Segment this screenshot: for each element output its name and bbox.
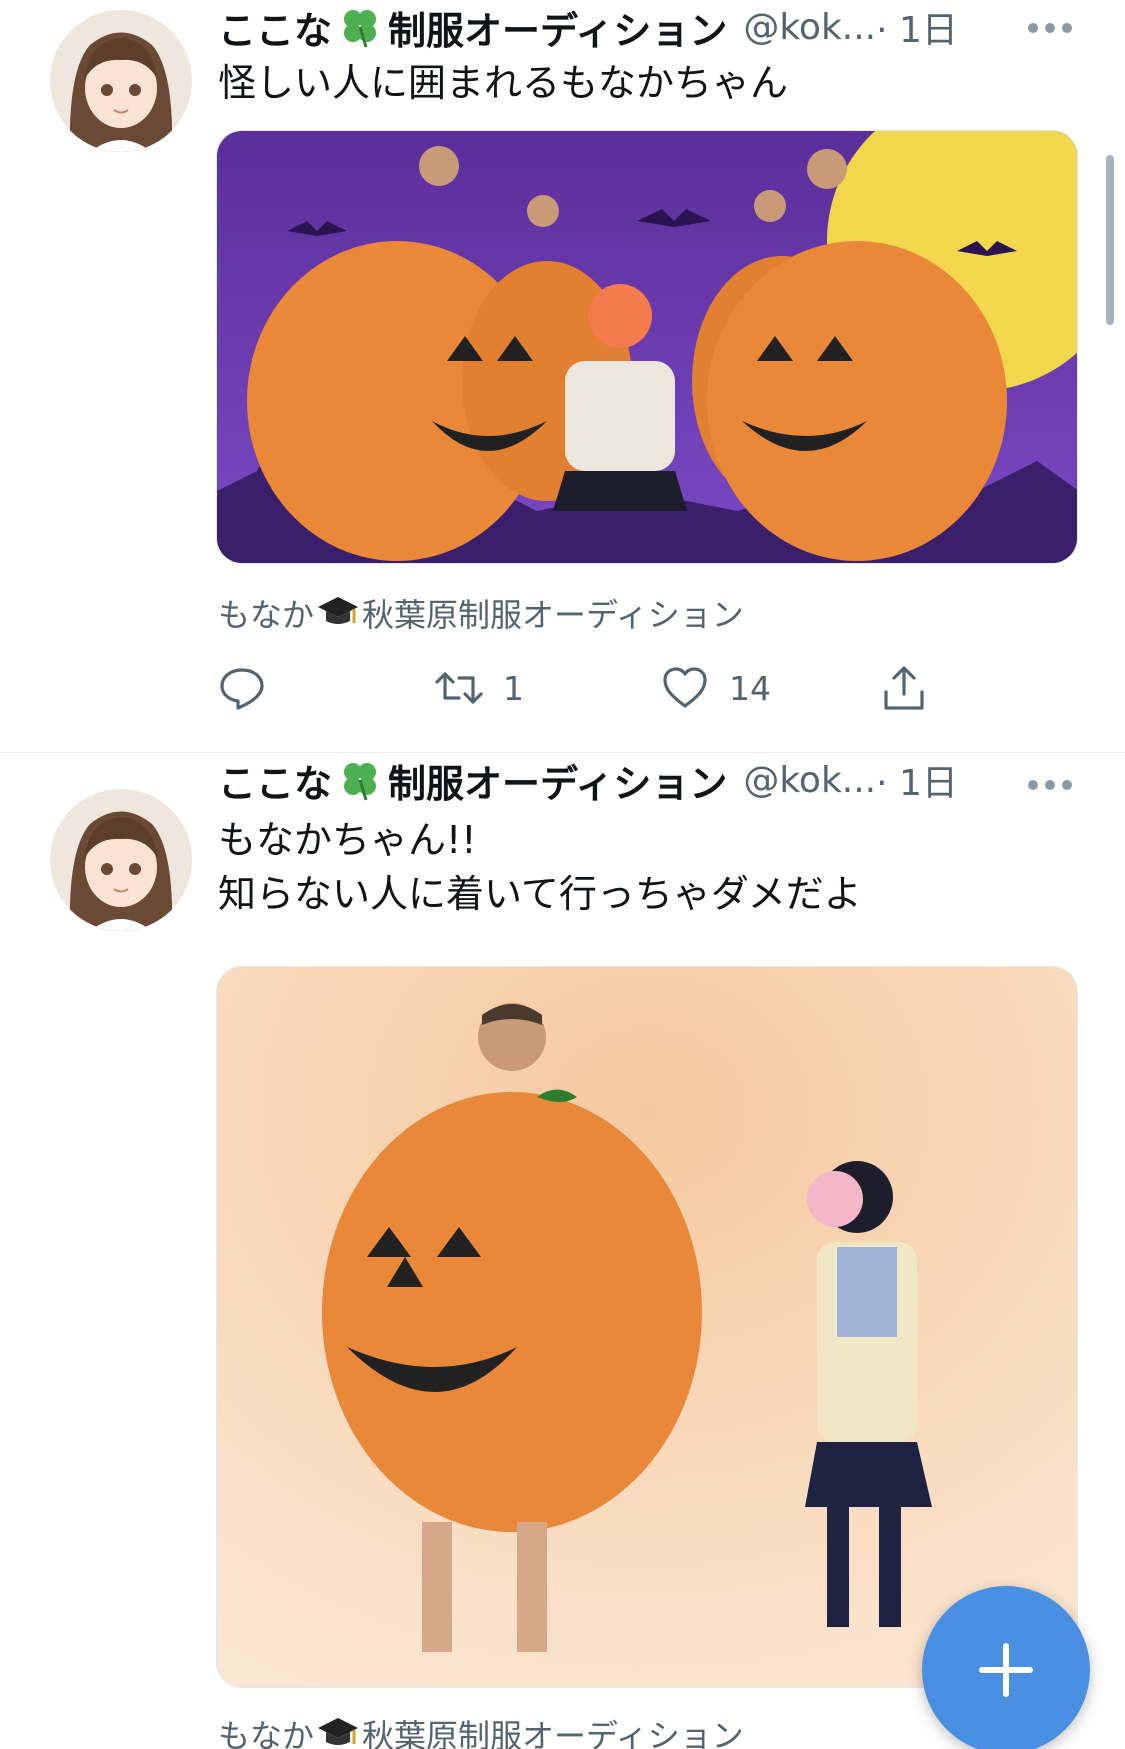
tweet-header: ここな 制服オーディション @kok... · 1日 <box>218 753 958 807</box>
tagged-users[interactable]: もなか 秋葉原制服オーディション <box>218 1711 744 1749</box>
display-name[interactable]: ここな <box>218 753 332 808</box>
more-icon[interactable] <box>1028 779 1072 791</box>
tweet-image[interactable] <box>216 130 1078 564</box>
tweet-text-line: もなかちゃん!! <box>218 818 477 862</box>
tweet[interactable]: ここな 制服オーディション @kok... · 1日 怪しい人に囲まれるもなかち… <box>0 0 1125 752</box>
tagged-user-name[interactable]: もなか <box>218 1711 314 1749</box>
tagged-user-name[interactable]: もなか <box>218 590 314 636</box>
avatar[interactable] <box>50 10 192 152</box>
tweet-text: 怪しい人に囲まれるもなかちゃん <box>218 56 788 110</box>
reply-button[interactable] <box>218 660 286 716</box>
retweet-icon <box>435 672 483 704</box>
retweet-count: 1 <box>503 668 524 708</box>
retweet-button[interactable]: 1 <box>435 660 524 716</box>
tagged-user-name[interactable]: 秋葉原制服オーディション <box>362 590 744 636</box>
user-handle[interactable]: @kok... <box>743 760 876 801</box>
tagged-user-name[interactable]: 秋葉原制服オーディション <box>362 1711 744 1749</box>
tweet-header: ここな 制服オーディション @kok... · 1日 <box>218 0 958 54</box>
timestamp[interactable]: · 1日 <box>876 1 958 53</box>
tweet-image[interactable] <box>216 966 1078 1688</box>
reply-icon <box>220 668 264 710</box>
compose-tweet-button[interactable] <box>922 1586 1090 1749</box>
more-icon[interactable] <box>1028 22 1072 34</box>
scrollbar[interactable] <box>1106 155 1114 325</box>
four-leaf-clover-icon <box>336 5 384 49</box>
display-name-suffix[interactable]: 制服オーディション <box>388 753 727 808</box>
tweet-text-line: 知らない人に着いて行っちゃダメだよ <box>218 872 862 916</box>
display-name[interactable]: ここな <box>218 0 332 55</box>
share-button[interactable] <box>880 660 928 716</box>
plus-icon <box>979 1643 1033 1697</box>
tweet-text-line: 怪しい人に囲まれるもなかちゃん <box>218 61 789 105</box>
user-handle[interactable]: @kok... <box>743 7 876 48</box>
tweet[interactable]: ここな 制服オーディション @kok... · 1日 もなかちゃん!! 知らない… <box>0 753 1125 1749</box>
timestamp[interactable]: · 1日 <box>876 754 958 806</box>
heart-icon <box>663 667 707 708</box>
like-button[interactable]: 14 <box>661 660 771 716</box>
tweet-text: もなかちゃん!! 知らない人に着いて行っちゃダメだよ <box>218 813 862 921</box>
graduation-cap-icon <box>316 593 360 633</box>
tagged-users[interactable]: もなか 秋葉原制服オーディション <box>218 590 744 636</box>
four-leaf-clover-icon <box>336 758 384 802</box>
avatar[interactable] <box>50 789 192 931</box>
share-icon <box>884 666 924 710</box>
tweet-actions: 1 14 <box>218 660 978 716</box>
display-name-suffix[interactable]: 制服オーディション <box>388 0 727 55</box>
graduation-cap-icon <box>316 1714 360 1749</box>
like-count: 14 <box>729 668 771 708</box>
